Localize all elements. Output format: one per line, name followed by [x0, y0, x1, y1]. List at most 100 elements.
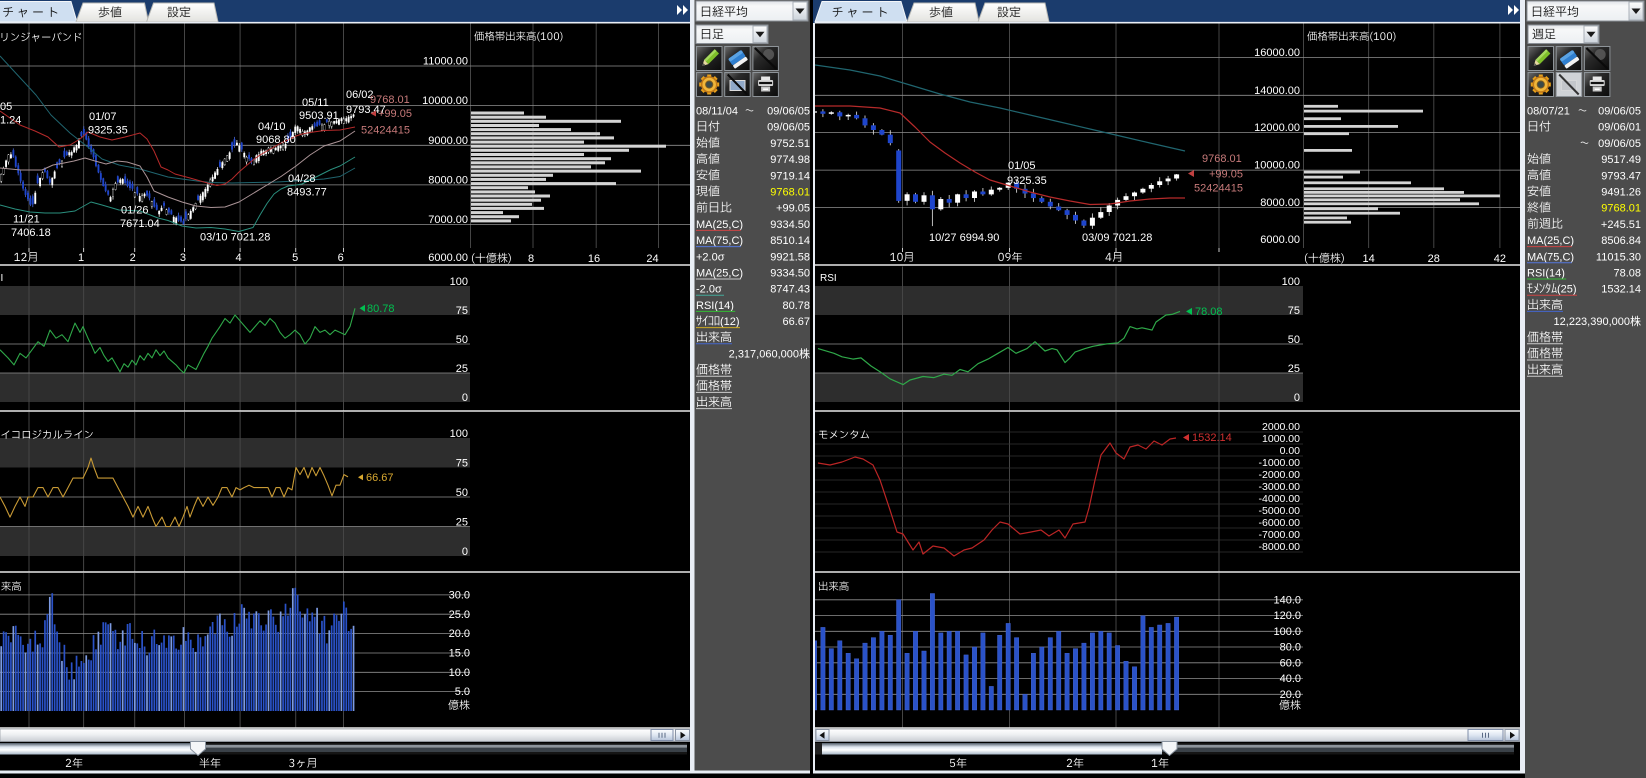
svg-text:8747.43: 8747.43 — [770, 284, 810, 296]
svg-text:1.24: 1.24 — [0, 115, 21, 127]
svg-text:12000.00: 12000.00 — [1254, 122, 1300, 134]
svg-text:140.0: 140.0 — [1273, 594, 1301, 606]
svg-text:04/10: 04/10 — [258, 121, 286, 133]
svg-text:MA(25,C): MA(25,C) — [696, 268, 743, 280]
svg-text:9517.49: 9517.49 — [1601, 154, 1641, 166]
svg-text:9334.50: 9334.50 — [770, 219, 810, 231]
svg-text:9768.01: 9768.01 — [370, 94, 410, 106]
svg-text:0.00: 0.00 — [1280, 445, 1301, 457]
svg-text:MA(25,C): MA(25,C) — [1527, 235, 1574, 247]
svg-text:11000.00: 11000.00 — [423, 56, 468, 68]
svg-text:20.0: 20.0 — [1280, 689, 1301, 701]
svg-text:9334.50: 9334.50 — [770, 268, 810, 280]
svg-text:9768.01: 9768.01 — [770, 187, 810, 199]
svg-text:78.08: 78.08 — [1613, 268, 1641, 280]
svg-text:6000.00: 6000.00 — [428, 252, 468, 264]
svg-text:20.0: 20.0 — [449, 628, 470, 640]
svg-text:09/06/05: 09/06/05 — [1598, 106, 1641, 118]
svg-text:78.08: 78.08 — [1195, 306, 1223, 318]
svg-text:30.0: 30.0 — [449, 589, 470, 601]
svg-text:100: 100 — [450, 276, 468, 288]
svg-text:MA(75,C): MA(75,C) — [696, 235, 743, 247]
svg-text:8493.77: 8493.77 — [287, 187, 327, 199]
svg-text:05: 05 — [0, 101, 12, 113]
svg-text:2000.00: 2000.00 — [1262, 421, 1300, 433]
svg-text:+99.05: +99.05 — [1209, 169, 1243, 181]
svg-text:100: 100 — [450, 428, 468, 440]
svg-text:24: 24 — [646, 253, 658, 265]
svg-text:4: 4 — [236, 252, 242, 264]
svg-text:11015.30: 11015.30 — [1596, 251, 1641, 263]
svg-text:1: 1 — [78, 252, 84, 264]
svg-text:25: 25 — [456, 517, 468, 529]
svg-text:50: 50 — [1288, 334, 1300, 346]
svg-text:8000.00: 8000.00 — [1260, 197, 1300, 209]
svg-text:42: 42 — [1494, 253, 1506, 265]
svg-text:9768.01: 9768.01 — [1202, 153, 1242, 165]
svg-text:2: 2 — [130, 252, 136, 264]
svg-text:15.0: 15.0 — [449, 648, 470, 660]
svg-text:09/06/05: 09/06/05 — [1598, 138, 1641, 150]
svg-text:25.0: 25.0 — [449, 609, 470, 621]
svg-text:50: 50 — [456, 487, 468, 499]
svg-text:40.0: 40.0 — [1280, 673, 1301, 685]
svg-text:80.78: 80.78 — [782, 300, 810, 312]
svg-text:01/26: 01/26 — [121, 205, 149, 217]
svg-text:12,223,390,000株: 12,223,390,000株 — [1554, 314, 1641, 328]
svg-text:7000.00: 7000.00 — [428, 214, 468, 226]
svg-text:9719.14: 9719.14 — [770, 170, 810, 182]
svg-text:75: 75 — [1288, 305, 1300, 317]
svg-text:03/09 7021.28: 03/09 7021.28 — [1082, 232, 1152, 244]
svg-text:52424415: 52424415 — [361, 125, 410, 137]
svg-text:08/07/21: 08/07/21 — [1527, 106, 1570, 118]
svg-text:-1000.00: -1000.00 — [1259, 457, 1301, 469]
svg-text:03/10 7021.28: 03/10 7021.28 — [200, 232, 270, 244]
svg-text:7671.04: 7671.04 — [120, 218, 160, 230]
svg-text:9325.35: 9325.35 — [1007, 175, 1047, 187]
svg-text:9503.91: 9503.91 — [299, 110, 339, 122]
svg-text:3: 3 — [180, 252, 186, 264]
svg-text:+245.51: +245.51 — [1601, 219, 1641, 231]
svg-text:66.67: 66.67 — [366, 472, 394, 484]
svg-text:100.0: 100.0 — [1273, 626, 1301, 638]
svg-text:9793.47: 9793.47 — [1601, 170, 1641, 182]
svg-text:+2.0σ: +2.0σ — [696, 251, 725, 263]
svg-text:-6000.00: -6000.00 — [1259, 517, 1301, 529]
svg-text:9068.80: 9068.80 — [256, 134, 296, 146]
svg-text:9491.26: 9491.26 — [1601, 187, 1641, 199]
svg-text:-4000.00: -4000.00 — [1259, 493, 1301, 505]
svg-text:25: 25 — [1288, 363, 1300, 375]
svg-text:01/05: 01/05 — [1008, 160, 1036, 172]
svg-text:+99.05: +99.05 — [378, 108, 412, 120]
svg-text:01/07: 01/07 — [89, 111, 117, 123]
svg-text:RSI(14): RSI(14) — [1527, 268, 1565, 280]
svg-text:-7000.00: -7000.00 — [1259, 529, 1301, 541]
svg-text:8000.00: 8000.00 — [428, 174, 468, 186]
svg-text:10.0: 10.0 — [449, 667, 470, 679]
svg-text:2,317,060,000株: 2,317,060,000株 — [729, 347, 810, 361]
svg-text:MA(25,C): MA(25,C) — [696, 219, 743, 231]
svg-text:-8000.00: -8000.00 — [1259, 541, 1301, 553]
svg-text:(12): (12) — [720, 316, 740, 328]
svg-text:7406.18: 7406.18 — [11, 227, 51, 239]
svg-text:9000.00: 9000.00 — [428, 135, 468, 147]
svg-text:MA(75,C): MA(75,C) — [1527, 251, 1574, 263]
svg-text:10000.00: 10000.00 — [422, 95, 468, 107]
svg-text:05/11: 05/11 — [302, 97, 329, 109]
svg-text:11/21: 11/21 — [13, 214, 40, 226]
svg-text:16: 16 — [588, 253, 600, 265]
svg-text:5.0: 5.0 — [455, 686, 470, 698]
svg-text:8: 8 — [528, 253, 534, 265]
svg-text:8506.84: 8506.84 — [1601, 235, 1641, 247]
svg-text:16000.00: 16000.00 — [1254, 47, 1300, 59]
svg-text:RSI(14): RSI(14) — [696, 300, 734, 312]
svg-text:09/06/05: 09/06/05 — [767, 122, 810, 134]
svg-text:0: 0 — [1294, 392, 1300, 404]
svg-text:25: 25 — [456, 363, 468, 375]
svg-text:9325.35: 9325.35 — [88, 125, 128, 137]
svg-text:60.0: 60.0 — [1280, 657, 1301, 669]
svg-text:10000.00: 10000.00 — [1254, 160, 1300, 172]
svg-text:RSI: RSI — [820, 273, 837, 284]
svg-text:6: 6 — [338, 252, 344, 264]
svg-text:100: 100 — [1282, 276, 1300, 288]
